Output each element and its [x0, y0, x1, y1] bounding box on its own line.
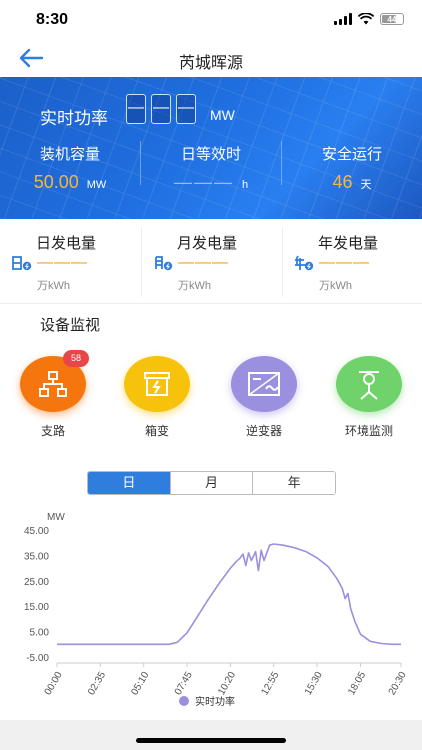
year-icon — [294, 255, 314, 271]
device-inverter[interactable]: 逆变器 — [224, 356, 304, 439]
digit-box: — — [176, 94, 196, 124]
energy-label: 日发电量 — [36, 235, 97, 252]
x-tick-label: 00:00 — [43, 670, 65, 698]
legend-label: 实时功率 — [195, 695, 235, 708]
alarm-count-badge: 58 — [63, 350, 89, 367]
x-tick-label: 02:35 — [86, 670, 108, 698]
device-icon-circle — [124, 356, 190, 412]
energy-label: 年发电量 — [318, 235, 379, 252]
energy-row: 日发电量 ——— 万kWh 月发电量 ——— 万kWh 年发电量 ——— 万kW… — [0, 219, 422, 303]
wifi-icon — [358, 13, 374, 25]
status-time: 8:30 — [36, 11, 69, 28]
device-environment-monitor[interactable]: 环境监测 — [329, 356, 409, 439]
series-line — [57, 543, 401, 646]
yearly-energy-card[interactable]: 年发电量 ——— 万kWh — [282, 219, 422, 303]
day-icon — [12, 256, 32, 271]
device-icon-circle — [231, 356, 297, 412]
energy-unit: 万kWh — [37, 280, 70, 292]
tab-year[interactable]: 年 — [253, 472, 335, 494]
device-label: 支路 — [40, 424, 65, 438]
period-tabs: 日 月 年 — [87, 471, 336, 495]
x-tick-label: 12:55 — [260, 670, 282, 698]
installed-capacity-stat: 装机容量 50.00 MW — [0, 143, 140, 193]
status-bar: 8:30 44 — [0, 0, 422, 40]
inverter-icon — [248, 372, 280, 396]
x-tick-label: 07:45 — [173, 670, 195, 698]
y-tick-label: 5.00 — [30, 628, 50, 639]
y-tick-label: 25.00 — [24, 577, 49, 588]
daily-equivalent-hours-stat: 日等效时 ——— h — [141, 143, 281, 193]
x-tick-label: 18:05 — [346, 670, 368, 698]
device-label: 环境监测 — [344, 424, 393, 438]
stat-unit: h — [241, 179, 249, 191]
network-icon — [39, 371, 67, 397]
realtime-power-unit: MW — [210, 107, 235, 123]
y-tick-label: 35.00 — [24, 551, 49, 562]
legend-marker — [179, 696, 189, 706]
energy-unit: 万kWh — [178, 280, 211, 292]
energy-value: ——— — [319, 254, 370, 271]
x-tick-label: 20:30 — [387, 670, 409, 698]
battery-level: 44 — [387, 14, 397, 24]
status-icons: 44 — [334, 13, 404, 25]
daily-energy-card[interactable]: 日发电量 ——— 万kWh — [0, 219, 140, 303]
stat-label: 装机容量 — [39, 146, 100, 163]
device-icon-circle — [336, 356, 402, 412]
device-box-transformer[interactable]: 箱变 — [117, 356, 197, 439]
energy-value: ——— — [37, 254, 88, 271]
page-title: 芮城晖源 — [178, 55, 243, 72]
energy-label: 月发电量 — [177, 235, 238, 252]
x-tick-label: 10:20 — [216, 670, 238, 698]
stat-label: 安全运行 — [321, 146, 382, 163]
stat-unit: MW — [86, 179, 107, 191]
x-tick-label: 15:30 — [303, 670, 325, 698]
tab-day[interactable]: 日 — [88, 472, 171, 494]
device-label: 箱变 — [144, 424, 169, 438]
home-indicator[interactable] — [136, 738, 286, 743]
tab-month[interactable]: 月 — [170, 472, 254, 494]
safe-operation-stat: 安全运行 46 天 — [282, 143, 422, 193]
x-tick-label: 05:10 — [129, 670, 151, 698]
digit-box: — — [151, 94, 171, 124]
weather-station-icon — [359, 371, 379, 400]
realtime-power-label: 实时功率 — [40, 109, 108, 128]
monthly-energy-card[interactable]: 月发电量 ——— 万kWh — [141, 219, 281, 303]
battery-icon: 44 — [380, 13, 404, 25]
y-tick-label: -5.00 — [26, 653, 49, 664]
realtime-power-digits: — — — — [126, 94, 196, 124]
device-monitor-title: 设备监视 — [40, 317, 101, 334]
digit-box: — — [126, 94, 146, 124]
power-chart: MW 45.00 35.00 25.00 15.00 5.00 -5.00 00:00 02:3… — [24, 512, 409, 708]
energy-unit: 万kWh — [319, 280, 352, 292]
summary-banner: 实时功率 — — — MW 装机容量 50.00 MW 日等效时 ——— h 安全运… — [0, 77, 422, 219]
y-tick-label: 45.00 — [24, 526, 49, 537]
device-label: 逆变器 — [245, 424, 282, 438]
device-branch[interactable]: 58 支路 — [13, 350, 93, 439]
section-divider — [0, 303, 422, 304]
nav-bar: 芮城晖源 — [0, 40, 422, 77]
box-transformer-icon — [144, 372, 170, 396]
energy-value: ——— — [178, 254, 229, 271]
month-icon — [155, 256, 173, 271]
stat-value: 46 天 — [332, 172, 372, 192]
stat-label: 日等效时 — [180, 146, 241, 163]
y-axis-unit: MW — [47, 512, 65, 523]
stat-value: 50.00 MW — [33, 172, 107, 192]
y-tick-label: 15.00 — [24, 602, 49, 613]
stat-value: ——— h — [173, 172, 249, 192]
bottom-bar — [0, 720, 422, 750]
cellular-signal-icon — [334, 13, 352, 25]
stat-unit: 天 — [360, 179, 372, 191]
